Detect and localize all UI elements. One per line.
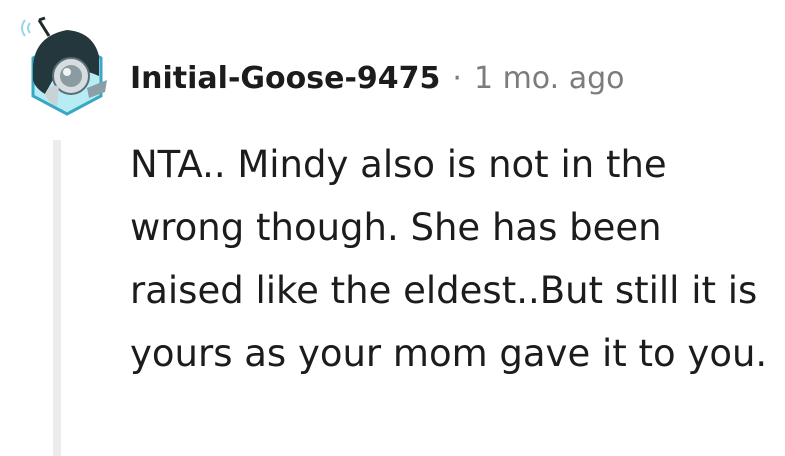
comment-body: NTA.. Mindy also is not in the wrong tho… [130, 143, 768, 375]
comment-timestamp[interactable]: 1 mo. ago [474, 61, 625, 96]
username-link[interactable]: Initial-Goose-9475 [130, 61, 440, 96]
astronaut-avatar-icon [21, 16, 107, 116]
comment-meta: Initial-Goose-9475 · 1 mo. ago [130, 58, 624, 98]
user-avatar[interactable] [15, 10, 115, 122]
thread-line[interactable] [53, 140, 61, 456]
meta-separator: · [452, 60, 462, 96]
